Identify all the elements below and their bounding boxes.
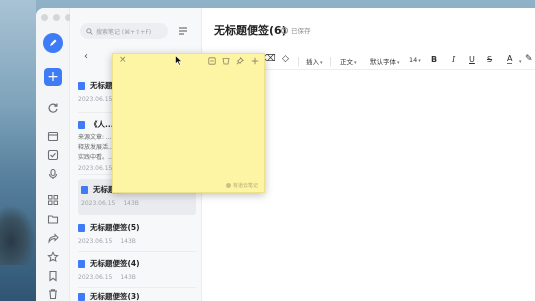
window-controls [41,14,72,21]
note-date: 2023.06.15 [78,165,113,172]
font-color-button[interactable]: A [507,55,513,64]
calendar-icon[interactable] [47,130,59,142]
sync-icon[interactable] [47,102,59,114]
minimize-icon[interactable] [208,57,216,65]
list-item[interactable]: 无标题便签(5) 2023.06.15 143B [78,222,196,245]
pin-icon[interactable] [236,57,244,65]
close-icon[interactable]: × [119,55,127,65]
sticky-brand-text: 有道云笔记 [232,183,258,189]
page-title[interactable]: 无标题便签(6) [214,22,287,38]
note-icon [78,292,85,301]
note-title: 无标题便签(3) [90,292,140,301]
app-logo[interactable] [43,33,63,53]
note-date: 2023.06.15 [78,274,113,281]
search-placeholder: 搜索笔记 (⌘+⇧+F) [96,28,152,36]
note-date: 2023.06.15 [78,238,113,245]
microphone-icon[interactable] [47,168,59,180]
color-palette-icon[interactable] [222,57,230,65]
note-size: 143B [120,274,136,281]
list-item[interactable]: 无标题便签(4) 2023.06.15 143B [78,258,196,281]
font-size-label: 14 [409,56,418,64]
font-size-select[interactable]: 14▾ [409,56,421,64]
note-size: 143B [120,238,136,245]
font-color-dropdown[interactable]: ▾ [518,57,522,65]
list-divider [78,251,196,252]
font-family-label: 默认字体 [370,58,396,66]
check-circle-icon: ✓ [281,26,288,34]
minimize-window-button[interactable] [53,14,60,21]
sticky-brand: 有道云笔记 [225,182,258,189]
chevron-down-icon: ▾ [397,60,400,66]
icon-rail: + [36,8,72,301]
strikethrough-button[interactable]: S [487,55,492,64]
sort-icon[interactable] [178,26,188,36]
text-style-select[interactable]: 正文▾ [340,56,357,66]
insert-label: 插入 [306,58,319,66]
text-style-label: 正文 [340,58,353,66]
note-icon [78,120,85,129]
italic-button[interactable]: I [452,55,455,64]
list-item[interactable]: 无标题便签(3) [78,291,196,301]
bold-button[interactable]: B [431,55,437,64]
brand-logo-icon [225,183,231,188]
search-input[interactable]: 搜索笔记 (⌘+⇧+F) [80,23,168,39]
list-divider [78,287,196,288]
chevron-down-icon: ▾ [418,58,421,64]
note-icon [78,259,85,268]
note-icon [78,223,85,232]
sticky-note-window[interactable]: × 有道云笔记 [112,53,265,193]
mouse-cursor-icon [175,55,183,66]
add-icon[interactable] [251,57,259,65]
highlight-icon[interactable]: ✎ [525,54,533,64]
app-window: + 搜索笔记 (⌘+⇧+F) ‹ 无标题便... 2023.06.15 《人..… [36,8,535,301]
desktop-rock [0,205,36,265]
pen-icon [50,39,57,46]
note-icon [81,185,88,194]
chevron-down-icon: ▾ [354,60,357,66]
search-icon [86,27,93,35]
note-icon [78,81,85,90]
grid-icon[interactable] [47,194,59,206]
eraser-icon[interactable]: ◇ [282,54,289,64]
save-status: ✓ 已保存 [281,25,311,35]
bookmark-icon[interactable] [47,270,59,282]
trash-icon[interactable] [47,288,59,300]
note-title: 无标题便签(5) [90,223,140,232]
chevron-down-icon: ▾ [320,60,323,66]
toolbar-divider [330,57,331,66]
underline-button[interactable]: U [469,55,475,64]
close-window-button[interactable] [41,14,48,21]
toolbar-divider [298,57,299,66]
new-note-button[interactable]: + [44,68,62,86]
back-arrow-icon[interactable]: ‹ [84,51,88,62]
star-icon[interactable] [47,251,59,263]
font-family-select[interactable]: 默认字体▾ [370,56,400,66]
todo-icon[interactable] [47,149,59,161]
sticky-titlebar[interactable]: × [113,54,264,68]
share-icon[interactable] [47,232,59,244]
folder-icon[interactable] [47,213,59,225]
save-status-text: 已保存 [291,27,311,35]
insert-menu[interactable]: 插入▾ [306,56,323,66]
note-date: 2023.06.15 [81,200,116,207]
note-size: 143B [123,200,139,207]
note-title: 《人... [90,120,114,129]
note-date: 2023.06.15 [78,96,113,103]
note-title: 无标题便签(4) [90,259,140,268]
chevron-down-icon: ▾ [519,59,522,65]
